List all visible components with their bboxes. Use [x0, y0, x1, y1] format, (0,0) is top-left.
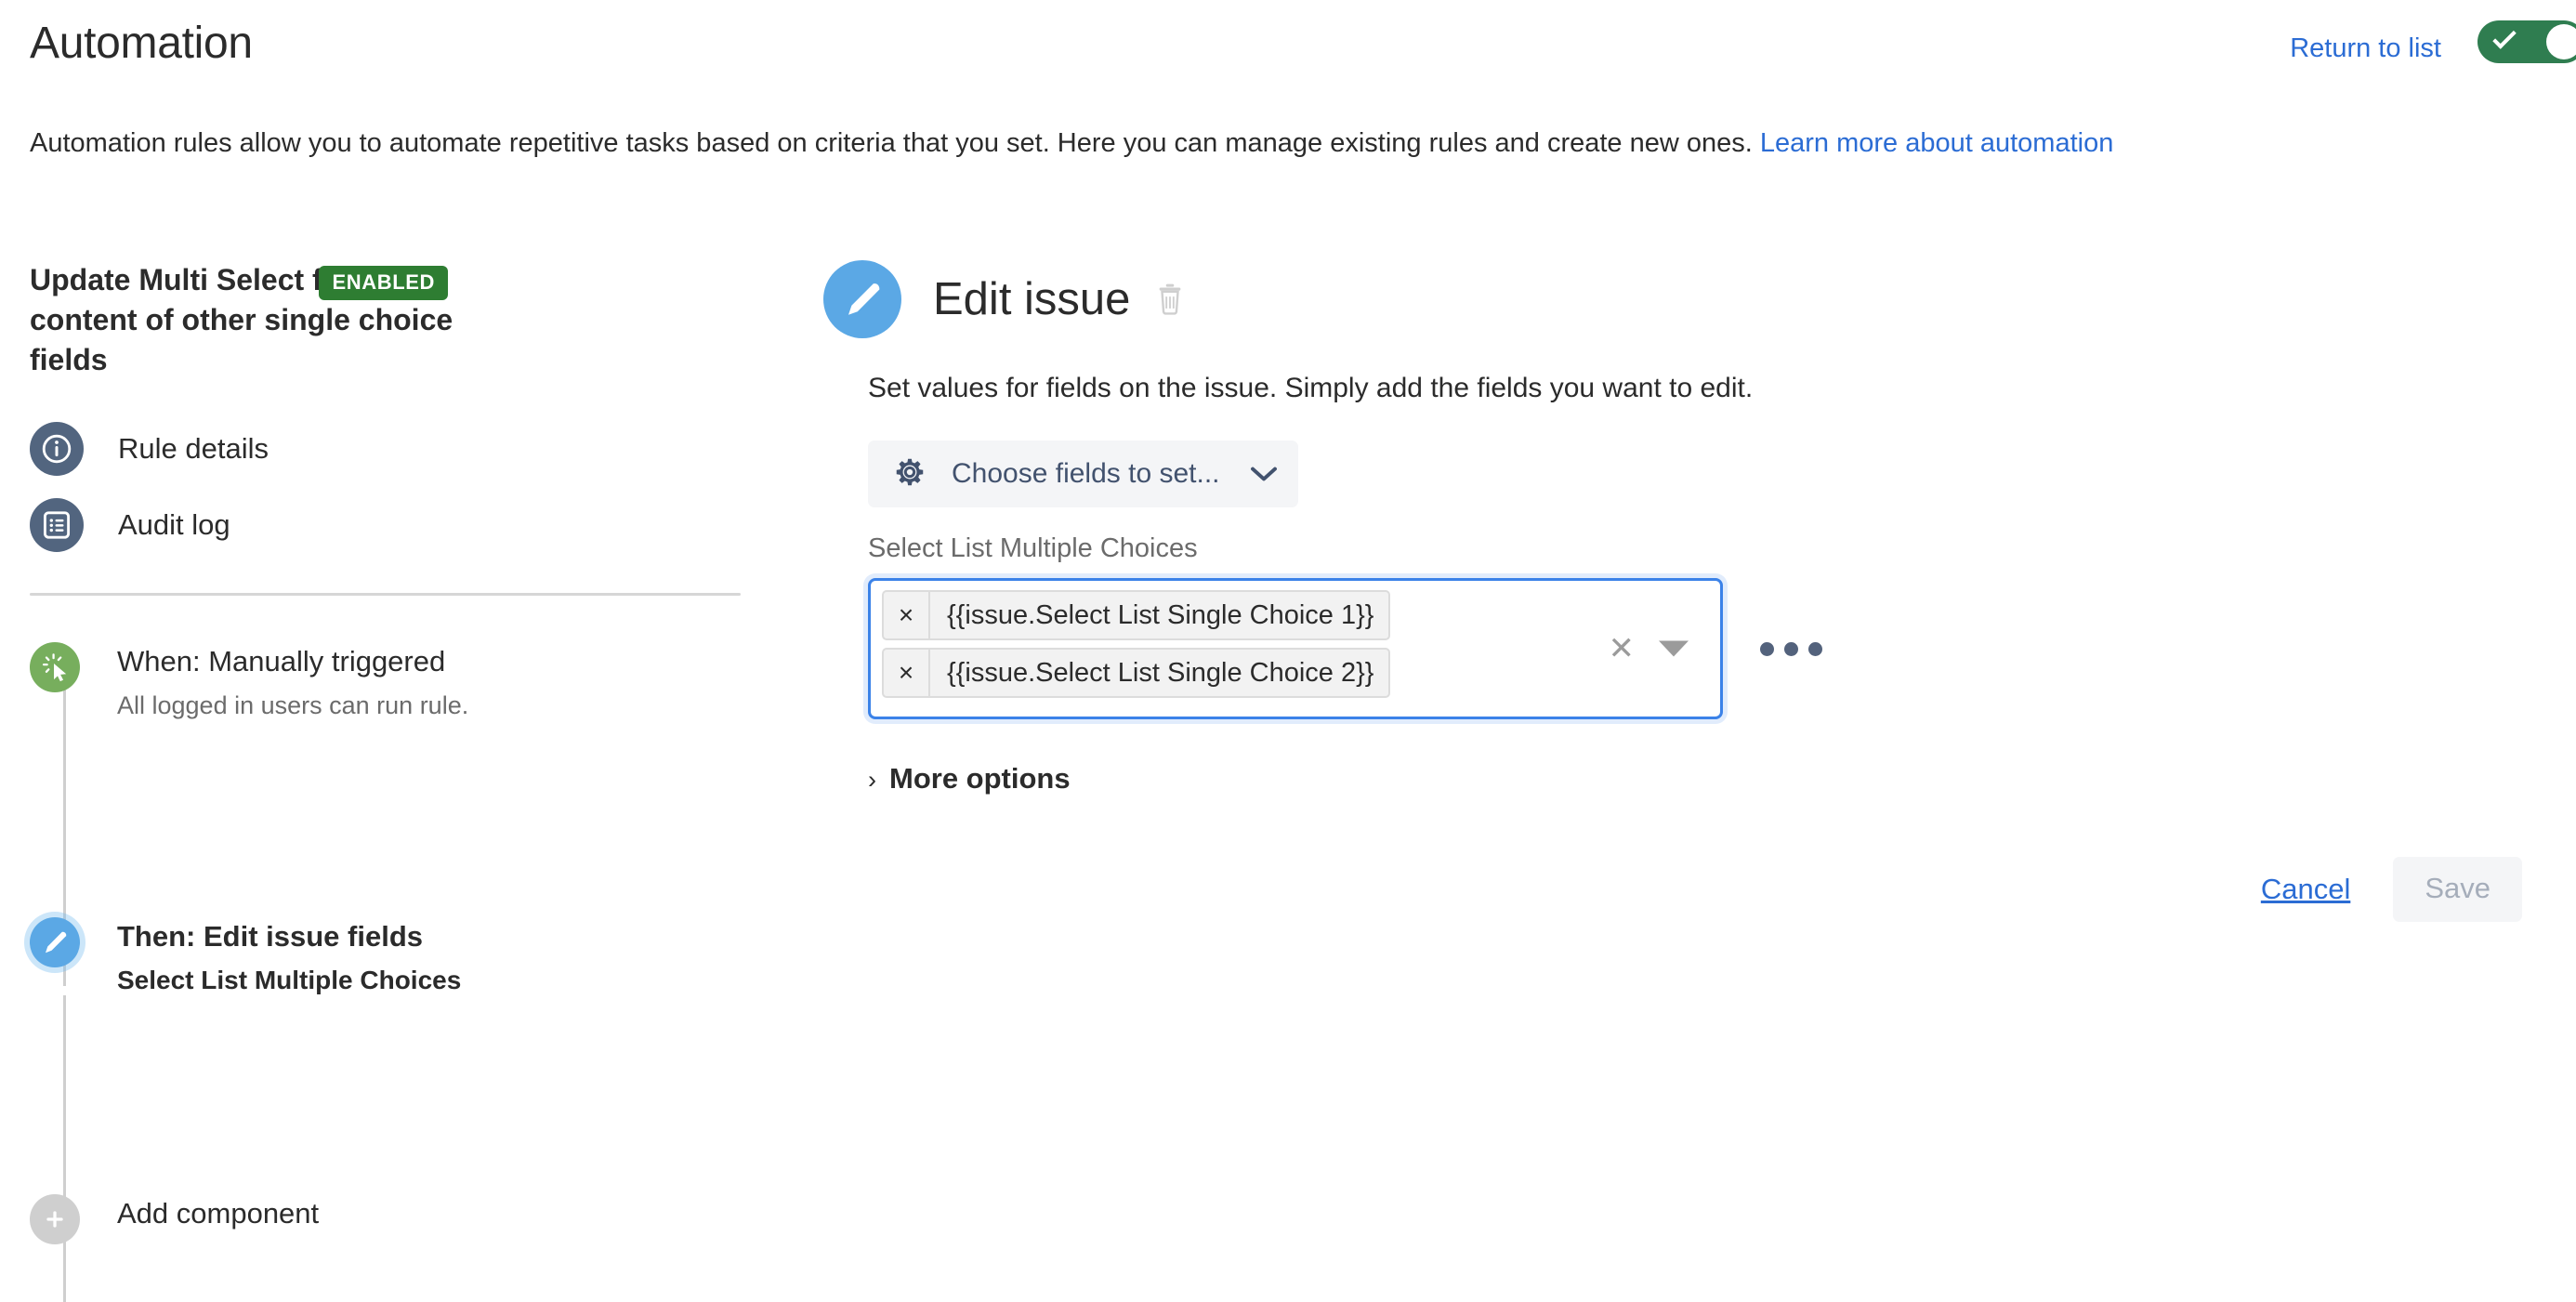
rule-flow-chain: When: Manually triggered All logged in u… — [30, 642, 745, 1302]
multiselect-row: × {{issue.Select List Single Choice 1}} … — [868, 578, 2561, 719]
page-description: Automation rules allow you to automate r… — [30, 119, 2502, 167]
tag-label: {{issue.Select List Single Choice 2}} — [947, 657, 1374, 688]
flow-item-title: Then: Edit issue fields — [117, 920, 423, 953]
cancel-button[interactable]: Cancel — [2261, 873, 2351, 906]
flow-item-texts: When: Manually triggered All logged in u… — [117, 642, 468, 724]
ellipsis-dot — [1760, 641, 1774, 656]
flow-item-title: When: Manually triggered — [117, 645, 446, 677]
learn-more-link[interactable]: Learn more about automation — [1760, 128, 2113, 158]
sidebar-item-rule-details[interactable]: Rule details — [30, 422, 745, 476]
gear-icon — [892, 454, 927, 494]
more-options-label: More options — [889, 762, 1071, 795]
multiselect-input[interactable]: × {{issue.Select List Single Choice 1}} … — [868, 578, 1723, 719]
chevron-right-icon: › — [868, 766, 876, 794]
ellipsis-dot — [1784, 641, 1798, 656]
sidebar-item-label: Rule details — [118, 432, 269, 465]
cursor-click-icon — [30, 642, 80, 692]
selected-tag[interactable]: × {{issue.Select List Single Choice 2}} — [882, 648, 1391, 698]
flow-item-when[interactable]: When: Manually triggered All logged in u… — [30, 642, 745, 724]
sidebar-item-audit-log[interactable]: Audit log — [30, 498, 745, 552]
remove-tag-icon[interactable]: × — [884, 650, 930, 696]
remove-tag-icon[interactable]: × — [884, 592, 930, 638]
flow-item-add-component[interactable]: Add component — [30, 1194, 745, 1244]
chevron-down-icon — [1250, 466, 1278, 482]
choose-fields-label: Choose fields to set... — [952, 458, 1220, 489]
choose-fields-button[interactable]: Choose fields to set... — [868, 441, 1298, 507]
tag-label: {{issue.Select List Single Choice 1}} — [947, 599, 1374, 630]
ellipsis-icon[interactable] — [1760, 641, 1822, 656]
more-options-toggle[interactable]: › More options — [868, 762, 1071, 796]
field-label: Select List Multiple Choices — [868, 533, 1198, 563]
ellipsis-dot — [1808, 641, 1822, 656]
panel-title: Edit issue — [933, 274, 1131, 324]
edit-issue-panel: Edit issue Set values for fields on the … — [823, 260, 2561, 922]
return-to-list-link[interactable]: Return to list — [2290, 33, 2441, 64]
page-header: Automation Return to list — [0, 0, 2576, 93]
selected-tag[interactable]: × {{issue.Select List Single Choice 1}} — [882, 590, 1391, 640]
flow-connector-line — [63, 995, 66, 1302]
save-button[interactable]: Save — [2393, 857, 2522, 922]
description-text: Automation rules allow you to automate r… — [30, 128, 1760, 158]
toggle-knob — [2546, 24, 2576, 59]
list-document-icon — [30, 498, 84, 552]
page-title: Automation — [30, 19, 253, 68]
pencil-icon — [823, 260, 901, 338]
plus-icon — [30, 1194, 80, 1244]
panel-description: Set values for fields on the issue. Simp… — [868, 373, 1754, 403]
rule-enabled-toggle[interactable] — [2477, 20, 2576, 63]
rule-sidebar: Update Multi Select field with content o… — [30, 260, 745, 1302]
clear-selection-icon[interactable]: ✕ — [1609, 633, 1636, 664]
panel-header: Edit issue — [823, 260, 2561, 338]
flow-item-subtitle: All logged in users can run rule. — [117, 691, 469, 719]
status-badge: ENABLED — [319, 266, 448, 300]
info-icon — [30, 422, 84, 476]
trash-icon[interactable] — [1154, 282, 1186, 317]
flow-item-texts: Then: Edit issue fields Select List Mult… — [117, 917, 461, 999]
flow-item-subtitle: Select List Multiple Choices — [117, 966, 462, 994]
flow-item-then[interactable]: Then: Edit issue fields Select List Mult… — [30, 917, 745, 999]
rule-title-row: Update Multi Select field with content o… — [30, 260, 745, 400]
flow-item-texts: Add component — [117, 1194, 319, 1232]
sidebar-item-label: Audit log — [118, 508, 230, 541]
form-actions: Cancel Save — [823, 857, 2561, 922]
flow-item-title: Add component — [117, 1197, 320, 1230]
pencil-icon — [30, 917, 80, 967]
check-icon — [2492, 25, 2517, 49]
dropdown-caret-icon[interactable] — [1659, 640, 1689, 657]
sidebar-divider — [30, 593, 741, 596]
